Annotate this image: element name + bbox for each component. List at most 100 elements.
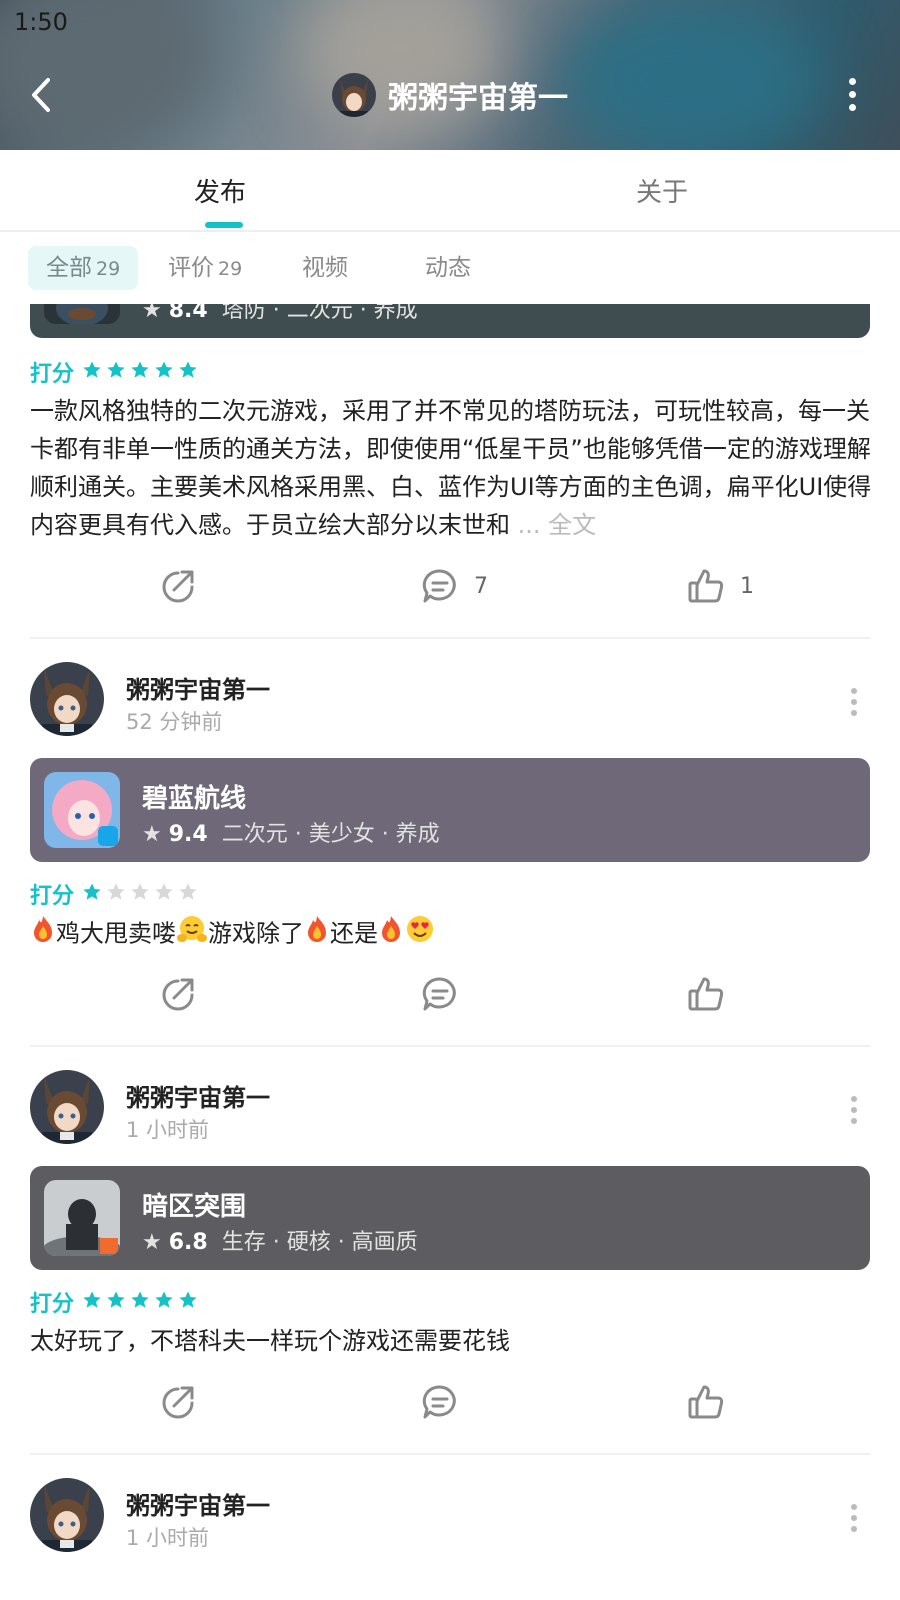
- star-icon: [83, 883, 101, 900]
- game-tags: 塔防 · 二次元 · 养成: [221, 304, 418, 323]
- post-header: 粥粥宇宙第一 52 分钟前: [30, 662, 870, 738]
- game-tags: 生存 · 硬核 · 高画质: [221, 1230, 418, 1255]
- share-icon: [162, 570, 194, 603]
- filter-chips: 全部 29 评价 29 视频 动态: [0, 232, 900, 304]
- game-name: 碧蓝航线: [142, 784, 247, 814]
- star-icon: [83, 361, 101, 378]
- more-vertical-icon: [851, 1504, 857, 1510]
- filter-all[interactable]: 全部 29: [28, 246, 139, 290]
- fire-emoji-icon: [378, 914, 404, 955]
- review-text[interactable]: 太好玩了，不塔科夫一样玩个游戏还需要花钱: [30, 1322, 875, 1360]
- like-count: 1: [740, 573, 754, 599]
- hugging-emoji-icon: [176, 914, 208, 955]
- divider: [30, 1453, 870, 1455]
- heart-eyes-emoji-icon: [404, 914, 436, 955]
- divider: [30, 1045, 870, 1047]
- star-icon: ★: [142, 1230, 162, 1255]
- comment-icon: [422, 977, 456, 1011]
- filter-label: 评价: [168, 255, 214, 281]
- rating-label: 打分: [30, 1292, 75, 1317]
- star-icon: ★: [142, 822, 162, 847]
- game-tags: 二次元 · 美少女 · 养成: [221, 822, 440, 847]
- game-icon: [44, 1180, 120, 1256]
- rating-row: 打分: [30, 1286, 202, 1318]
- star-icon: [107, 1291, 125, 1308]
- review-text[interactable]: 一款风格独特的二次元游戏，采用了并不常见的塔防玩法，可玩性较高，每一关卡都有非单…: [30, 392, 875, 544]
- avatar[interactable]: [30, 662, 104, 736]
- star-icon: ★: [142, 304, 162, 323]
- like-button[interactable]: [686, 974, 726, 1014]
- header-avatar: [332, 73, 376, 117]
- fire-emoji-icon: [304, 914, 330, 955]
- share-button[interactable]: [158, 974, 198, 1014]
- rating-row: 打分: [30, 878, 202, 910]
- filter-label: 视频: [302, 255, 348, 281]
- filter-moments[interactable]: 动态: [425, 246, 471, 290]
- star-icon: [107, 883, 125, 900]
- share-button[interactable]: [158, 1382, 198, 1422]
- page-title: 粥粥宇宙第一: [388, 81, 568, 116]
- star-icon: [179, 361, 197, 378]
- game-card[interactable]: ★ 8.4 塔防 · 二次元 · 养成: [30, 304, 870, 338]
- star-icon: [131, 883, 149, 900]
- filter-reviews[interactable]: 评价 29: [168, 246, 242, 290]
- review-text[interactable]: 鸡大甩卖喽 游戏除了 还是: [30, 914, 875, 955]
- avatar[interactable]: [30, 1070, 104, 1144]
- rating-row: 打分: [30, 356, 202, 388]
- game-card[interactable]: 暗区突围 ★ 6.8 生存 · 硬核 · 高画质: [30, 1166, 870, 1270]
- game-score: 6.8: [168, 1230, 208, 1255]
- star-rating: [82, 882, 202, 906]
- action-bar: 7 1: [0, 566, 900, 616]
- like-button[interactable]: 1: [686, 566, 754, 606]
- more-vertical-icon: [851, 688, 857, 694]
- username[interactable]: 粥粥宇宙第一: [126, 670, 270, 705]
- comment-button[interactable]: 7: [420, 566, 488, 606]
- share-icon: [162, 1386, 194, 1419]
- review-text-part: 鸡大甩卖喽: [56, 919, 176, 948]
- game-icon: [44, 772, 120, 848]
- comment-button[interactable]: [420, 974, 460, 1014]
- comment-button[interactable]: [420, 1382, 460, 1422]
- filter-count: 29: [96, 258, 121, 280]
- thumbs-up-icon: [688, 569, 724, 603]
- post-more-button[interactable]: [848, 1096, 860, 1126]
- star-icon: [107, 361, 125, 378]
- filter-videos[interactable]: 视频: [302, 246, 348, 290]
- thumbs-up-icon: [688, 1385, 724, 1419]
- action-bar: [0, 1382, 900, 1432]
- game-meta: ★ 8.4 塔防 · 二次元 · 养成: [142, 304, 418, 324]
- game-meta: ★ 9.4 二次元 · 美少女 · 养成: [142, 816, 440, 848]
- profile-header: 1:50 粥粥宇宙第一: [0, 0, 900, 150]
- star-icon: [179, 883, 197, 900]
- star-rating: [82, 1290, 202, 1314]
- review-text-part: 还是: [330, 919, 378, 948]
- more-vertical-icon: [851, 1096, 857, 1102]
- tab-about[interactable]: 关于: [602, 172, 722, 209]
- read-more-link[interactable]: ... 全文: [518, 511, 597, 539]
- filter-label: 全部: [46, 255, 92, 281]
- game-name: 暗区突围: [142, 1192, 247, 1222]
- star-icon: [155, 361, 173, 378]
- post-header: 粥粥宇宙第一 1 小时前: [30, 1070, 870, 1146]
- divider: [30, 637, 870, 639]
- comment-icon: [422, 1385, 456, 1419]
- game-icon: [44, 304, 120, 324]
- post-more-button[interactable]: [848, 1504, 860, 1534]
- filter-label: 动态: [425, 255, 471, 281]
- game-card[interactable]: 碧蓝航线 ★ 9.4 二次元 · 美少女 · 养成: [30, 758, 870, 862]
- star-icon: [155, 883, 173, 900]
- share-button[interactable]: [158, 566, 198, 606]
- post-time: 1 小时前: [126, 1118, 210, 1142]
- avatar[interactable]: [30, 1478, 104, 1552]
- game-score: 9.4: [168, 822, 208, 847]
- star-icon: [155, 1291, 173, 1308]
- review-body: 一款风格独特的二次元游戏，采用了并不常见的塔防玩法，可玩性较高，每一关卡都有非单…: [30, 397, 872, 539]
- tab-posts[interactable]: 发布: [160, 172, 280, 209]
- like-button[interactable]: [686, 1382, 726, 1422]
- post-more-button[interactable]: [848, 688, 860, 718]
- review-text-part: 游戏除了: [208, 919, 304, 948]
- username[interactable]: 粥粥宇宙第一: [126, 1486, 270, 1521]
- more-options-button[interactable]: [846, 78, 858, 114]
- username[interactable]: 粥粥宇宙第一: [126, 1078, 270, 1113]
- star-icon: [131, 361, 149, 378]
